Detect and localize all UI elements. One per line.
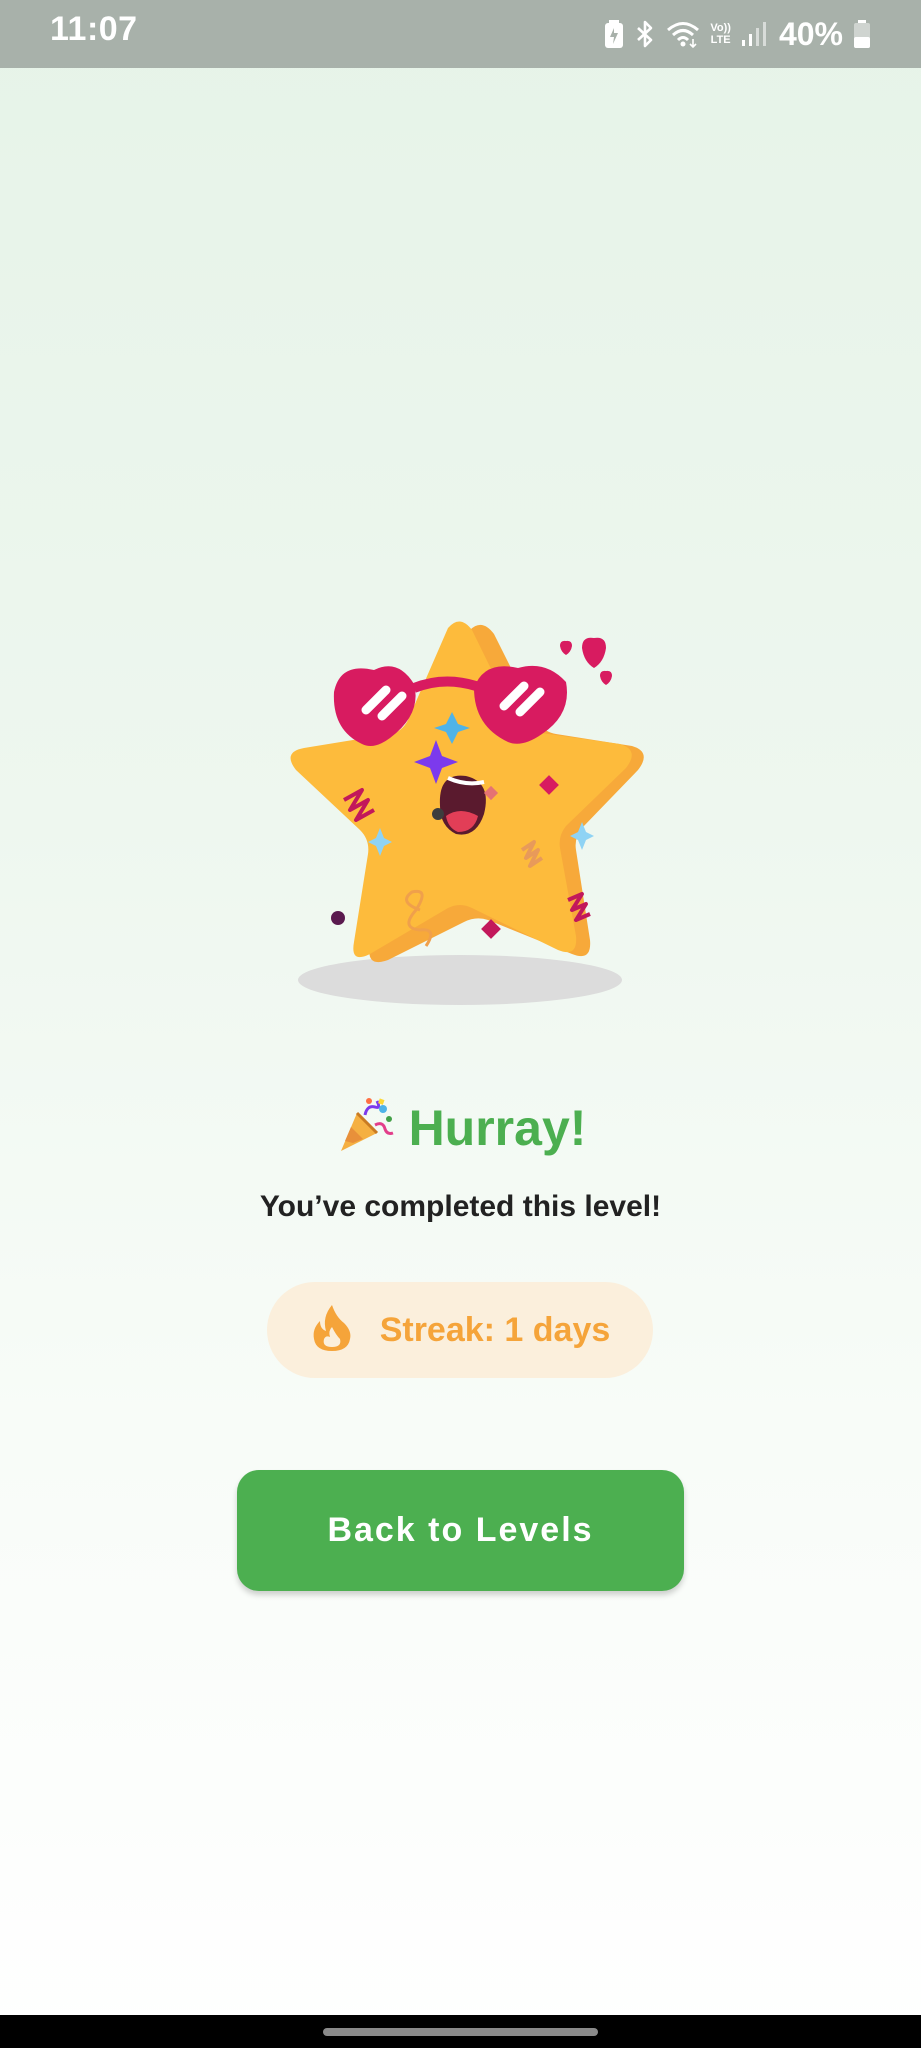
streak-label: Streak: 1 days — [379, 1310, 611, 1349]
signal-icon — [741, 20, 767, 48]
battery-icon — [853, 19, 871, 49]
completion-message: You’ve completed this level! — [259, 1190, 662, 1223]
volte-icon: Vo)) LTE — [710, 22, 731, 46]
status-time: 11:07 — [50, 10, 138, 48]
title-row: Hurray! — [0, 1095, 921, 1160]
battery-saver-icon — [604, 19, 624, 49]
battery-percent: 40% — [778, 15, 843, 52]
status-icons: Vo)) LTE 40% — [604, 12, 871, 56]
page-title: Hurray! — [408, 1099, 587, 1156]
bluetooth-icon — [634, 19, 656, 49]
status-bar: 11:07 Vo)) LTE 40% — [0, 0, 921, 68]
star-mascot-illustration — [270, 610, 650, 1020]
back-to-levels-button[interactable]: Back to Levels — [237, 1470, 684, 1591]
wifi-icon — [666, 20, 700, 48]
streak-badge: Streak: 1 days — [267, 1282, 653, 1378]
party-popper-icon — [335, 1095, 395, 1160]
system-nav-bar — [0, 2015, 921, 2048]
home-gesture-handle[interactable] — [323, 2028, 598, 2036]
fire-icon — [310, 1303, 354, 1358]
